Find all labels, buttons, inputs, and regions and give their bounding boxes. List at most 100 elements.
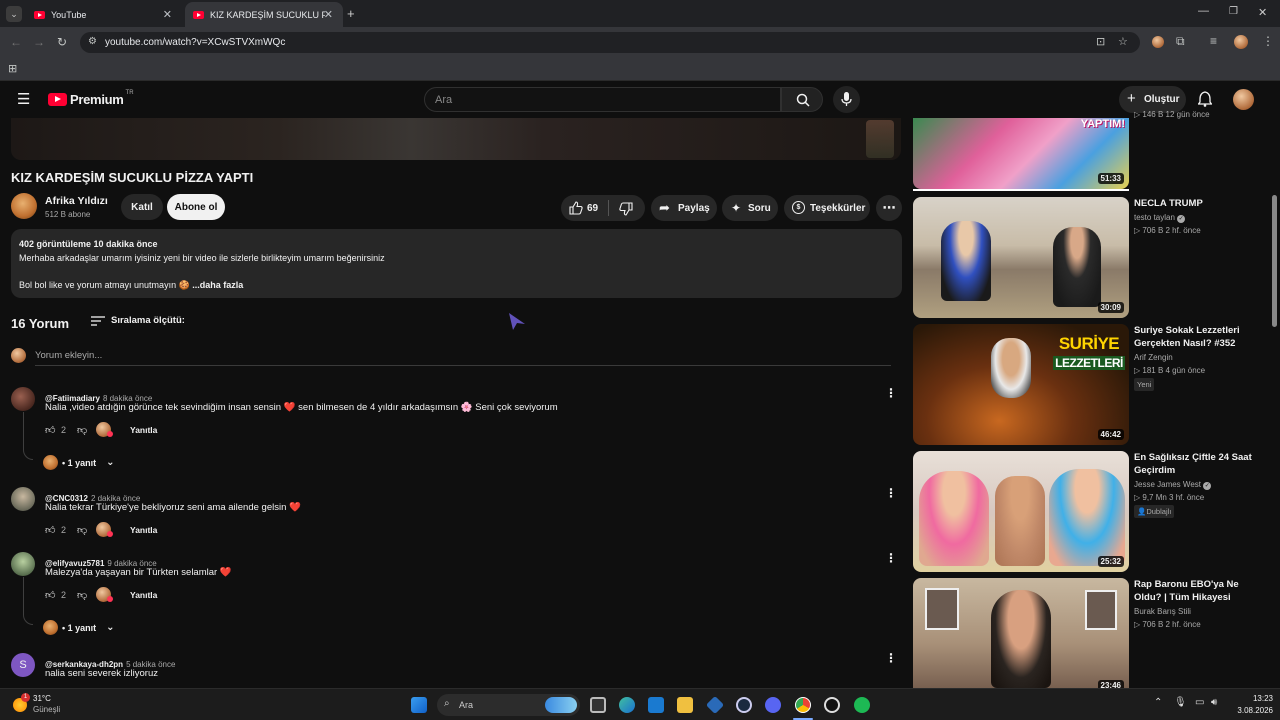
microphone-icon[interactable]: 🎙︎ bbox=[1174, 697, 1187, 708]
reply-button[interactable]: Yanıtla bbox=[130, 425, 157, 435]
file-explorer-icon[interactable] bbox=[677, 697, 693, 713]
forward-icon[interactable]: → bbox=[33, 35, 45, 49]
thumbs-down-icon[interactable]: 👎︎ bbox=[77, 524, 87, 536]
extensions-puzzle-icon[interactable]: ⧉ bbox=[1176, 34, 1185, 49]
voice-search-button[interactable] bbox=[833, 86, 860, 113]
thumbs-down-icon[interactable]: 👎︎ bbox=[77, 589, 87, 601]
clock-date[interactable]: 3.08.2026 bbox=[1223, 706, 1273, 715]
video-thumbnail[interactable]: YAPTIM! 51:33 bbox=[913, 118, 1129, 189]
task-view-icon[interactable] bbox=[590, 697, 606, 713]
reply-button[interactable]: Yanıtla bbox=[130, 525, 157, 535]
menu-more-icon[interactable]: ⋮ bbox=[1262, 34, 1274, 48]
search-input[interactable]: Ara bbox=[424, 87, 781, 112]
share-button[interactable]: ➦ Paylaş bbox=[651, 195, 717, 221]
heart-icon bbox=[107, 531, 113, 537]
thumbs-down-icon[interactable]: 👎︎ bbox=[77, 424, 87, 436]
thanks-button[interactable]: $ Teşekkürler bbox=[784, 195, 870, 221]
video-title: NECLA TRUMP bbox=[1134, 198, 1203, 209]
microsoft-store-icon[interactable] bbox=[648, 697, 664, 713]
maximize-icon[interactable]: ❐ bbox=[1229, 6, 1238, 17]
create-button[interactable]: + Oluştur bbox=[1119, 86, 1186, 113]
site-info-icon[interactable]: ⚙ bbox=[88, 36, 97, 47]
commenter-avatar[interactable] bbox=[11, 487, 35, 511]
more-actions-button[interactable]: ⋯ bbox=[876, 195, 902, 221]
address-bar[interactable]: ⚙ youtube.com/watch?v=XCwSTVXmWQc ⊡ ☆ bbox=[80, 32, 1140, 53]
comment-menu-icon[interactable]: ⋮ bbox=[885, 651, 897, 665]
minimize-icon[interactable]: — bbox=[1198, 5, 1209, 17]
windows-taskbar: 1 31°C Güneşli ⌕ Ara ⌃ 🎙︎ ▭ 🔊︎ 13:23 3.0… bbox=[0, 688, 1280, 720]
app-icon[interactable] bbox=[824, 697, 840, 713]
notifications-bell-icon[interactable] bbox=[1198, 91, 1212, 107]
comment-menu-icon[interactable]: ⋮ bbox=[885, 551, 897, 565]
comment-menu-icon[interactable]: ⋮ bbox=[885, 386, 897, 400]
commenter-avatar[interactable] bbox=[11, 387, 35, 411]
view-replies-button[interactable]: • 1 yanıt ⌄ bbox=[62, 622, 115, 633]
youtube-logo[interactable]: Premium TR bbox=[48, 90, 134, 107]
comment-text: Malezya'da yaşayan bir Türkten selamlar … bbox=[45, 567, 232, 578]
chevron-up-icon[interactable]: ⌃ bbox=[1154, 697, 1162, 708]
edge-browser-icon[interactable] bbox=[619, 697, 635, 713]
channel-name[interactable]: Afrika Yıldızı bbox=[45, 195, 108, 207]
install-icon[interactable]: ⊡ bbox=[1096, 35, 1105, 48]
video-player[interactable] bbox=[11, 118, 901, 160]
thumbs-up-icon[interactable]: 👍︎ bbox=[45, 524, 55, 536]
tab-video[interactable]: KIZ KARDEŞİM SUCUKLU PİZZA ✕ bbox=[185, 2, 343, 27]
commenter-avatar[interactable] bbox=[11, 552, 35, 576]
subscribe-button[interactable]: Abone ol bbox=[167, 194, 225, 220]
video-thumbnail[interactable]: SURİYE LEZZETLERİ 46:42 bbox=[913, 324, 1129, 445]
comment-menu-icon[interactable]: ⋮ bbox=[885, 486, 897, 500]
app-icon[interactable] bbox=[705, 695, 725, 715]
back-icon[interactable]: ← bbox=[10, 35, 22, 49]
reload-icon[interactable]: ↻ bbox=[57, 35, 67, 49]
video-thumbnail[interactable]: 30:09 bbox=[913, 197, 1129, 318]
share-label: Paylaş bbox=[678, 202, 710, 214]
thumbs-up-icon[interactable]: 👍︎ bbox=[45, 589, 55, 601]
reading-list-icon[interactable]: ≡ bbox=[1210, 34, 1217, 48]
comment-count: 16 Yorum bbox=[11, 316, 70, 331]
like-count[interactable]: 69 bbox=[587, 203, 598, 214]
network-icon[interactable]: ▭ bbox=[1195, 697, 1204, 708]
page-scrollbar[interactable] bbox=[1272, 195, 1277, 327]
join-button[interactable]: Katıl bbox=[121, 194, 163, 220]
thanks-label: Teşekkürler bbox=[810, 202, 866, 214]
spotify-icon[interactable] bbox=[854, 697, 870, 713]
close-tab-icon[interactable]: ✕ bbox=[163, 8, 172, 21]
ask-button[interactable]: ✦ Soru bbox=[722, 195, 778, 221]
reply-button[interactable]: Yanıtla bbox=[130, 590, 157, 600]
description-box[interactable]: 402 görüntüleme 10 dakika önce Merhaba a… bbox=[11, 229, 902, 298]
account-avatar[interactable] bbox=[1233, 89, 1254, 110]
channel-name: Jesse James West ✓ bbox=[1134, 480, 1212, 490]
profile-avatar[interactable] bbox=[1234, 35, 1248, 49]
clock-time[interactable]: 13:23 bbox=[1233, 694, 1273, 703]
discord-icon[interactable] bbox=[765, 697, 781, 713]
close-tab-icon[interactable]: ✕ bbox=[324, 8, 333, 21]
thumbs-up-icon[interactable]: 👍︎ bbox=[45, 424, 55, 436]
add-comment-input[interactable]: Yorum ekleyin... bbox=[35, 350, 102, 361]
video-thumbnail[interactable]: 23:46 bbox=[913, 578, 1129, 688]
comment-like-count: 2 bbox=[61, 525, 67, 535]
tab-youtube[interactable]: YouTube ✕ bbox=[26, 2, 182, 27]
show-more-link[interactable]: ...daha fazla bbox=[192, 280, 243, 290]
hamburger-menu-icon[interactable]: ☰ bbox=[17, 90, 30, 108]
close-window-icon[interactable]: ✕ bbox=[1258, 6, 1267, 19]
bookmark-star-icon[interactable]: ☆ bbox=[1118, 35, 1128, 48]
tab-search-button[interactable]: ⌄ bbox=[6, 6, 22, 22]
sparkle-icon: ✦ bbox=[731, 201, 742, 215]
volume-icon[interactable]: 🔊︎ bbox=[1211, 697, 1217, 708]
view-replies-button[interactable]: • 1 yanıt ⌄ bbox=[62, 457, 115, 468]
extension-cookie-icon[interactable] bbox=[1152, 36, 1164, 48]
chrome-icon[interactable] bbox=[795, 697, 811, 713]
commenter-avatar[interactable]: S bbox=[11, 653, 35, 677]
thumbs-up-icon[interactable] bbox=[569, 201, 583, 215]
thumbs-down-icon[interactable] bbox=[619, 202, 633, 216]
sort-button[interactable]: Sıralama ölçütü: bbox=[91, 315, 185, 326]
apps-grid-icon[interactable]: ⊞ bbox=[8, 62, 17, 75]
new-tab-icon[interactable]: + bbox=[347, 6, 355, 21]
video-thumbnail[interactable]: 25:32 bbox=[913, 451, 1129, 572]
windows-start-icon[interactable] bbox=[411, 697, 427, 713]
channel-avatar[interactable] bbox=[11, 193, 37, 219]
taskbar-search[interactable]: ⌕ Ara bbox=[437, 694, 580, 716]
steam-icon[interactable] bbox=[736, 697, 752, 713]
search-button[interactable] bbox=[781, 87, 823, 112]
plus-icon: + bbox=[1127, 90, 1136, 107]
